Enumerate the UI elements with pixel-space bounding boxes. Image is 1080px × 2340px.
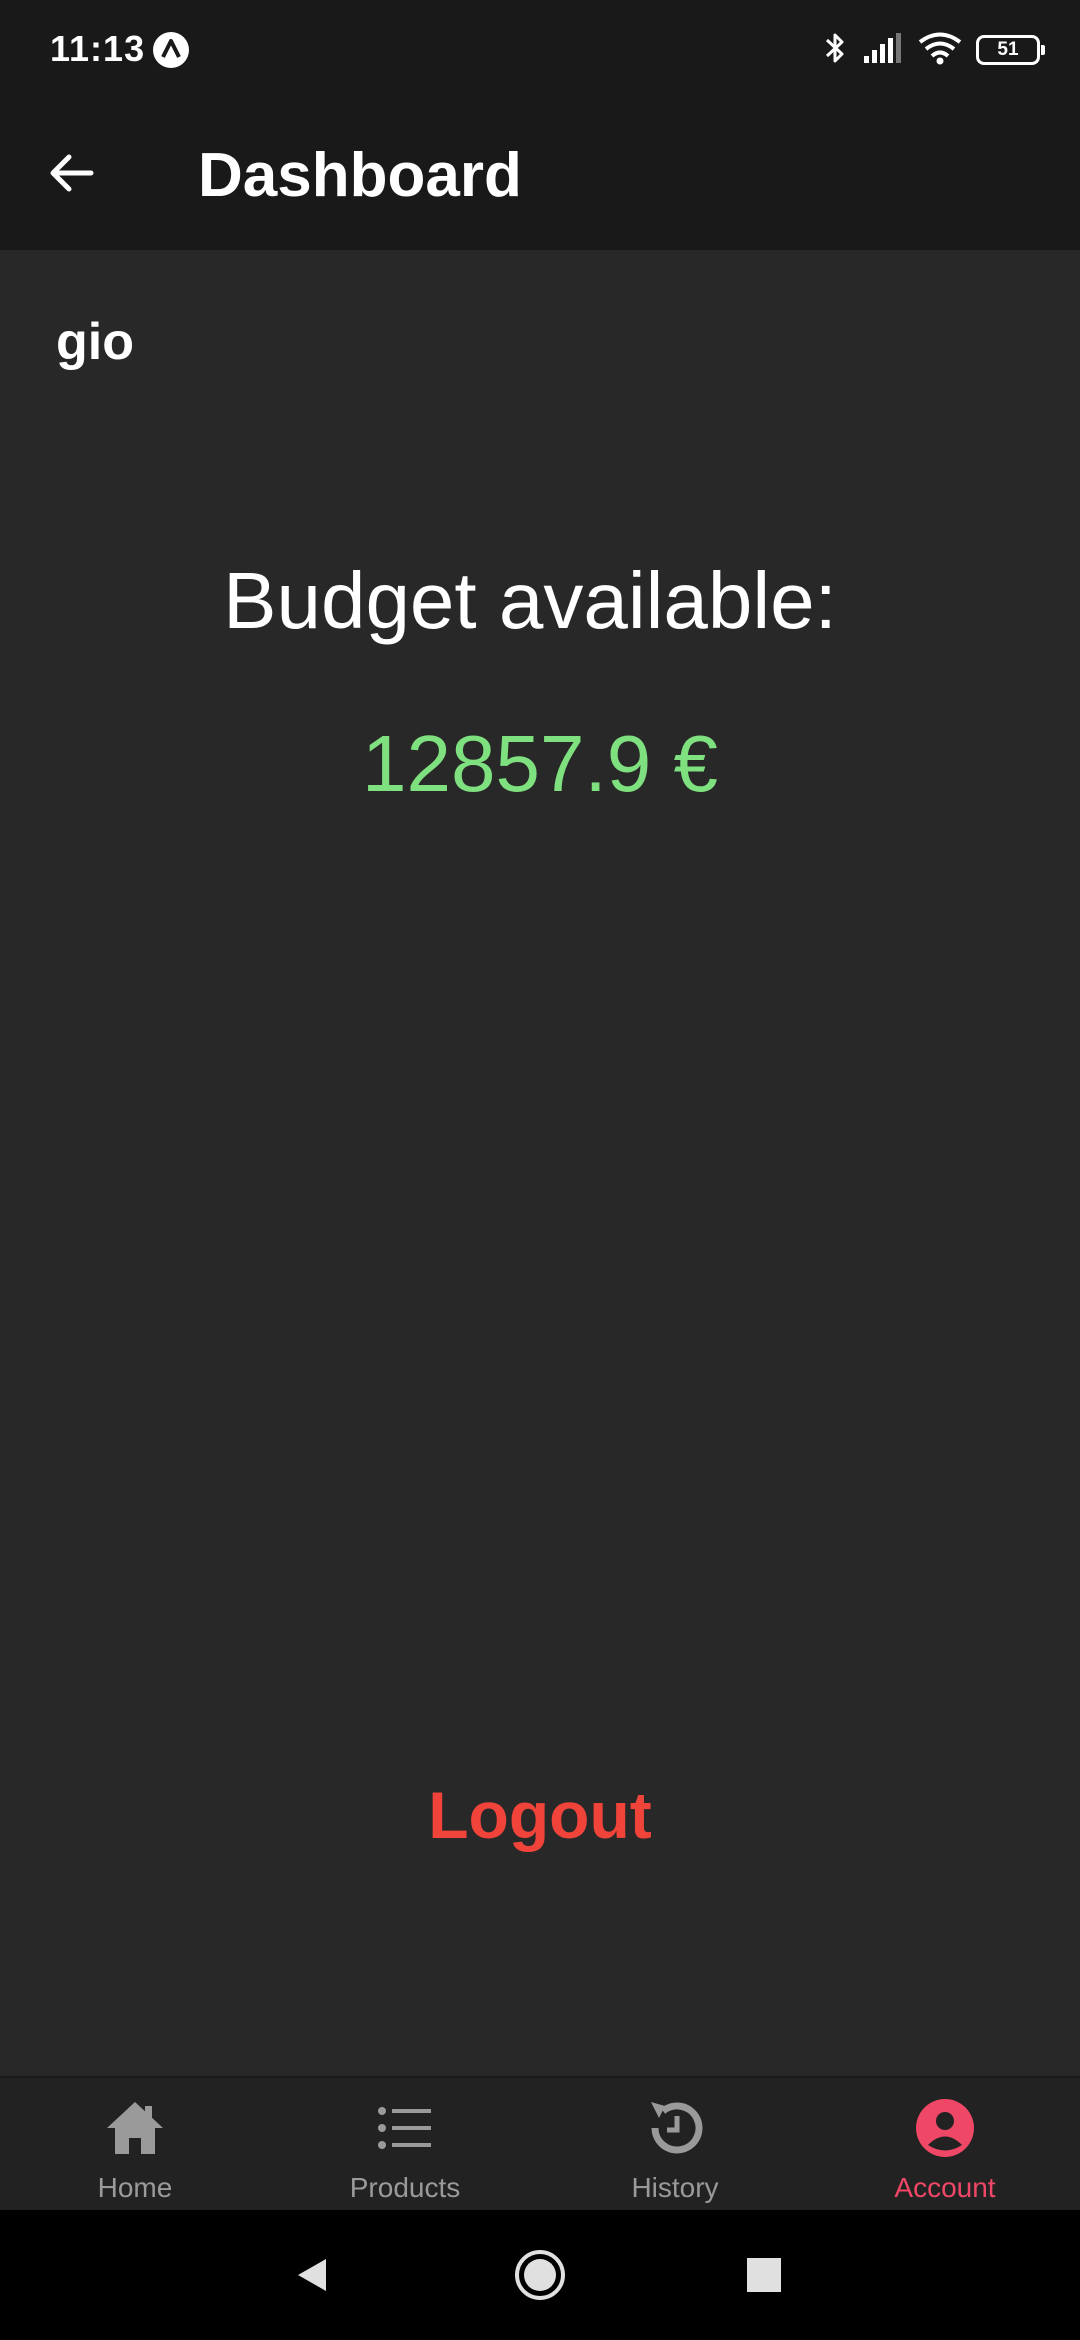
battery-icon: 51 — [976, 35, 1045, 65]
logout-button[interactable]: Logout — [390, 1770, 690, 1860]
wifi-icon — [918, 31, 962, 70]
nav-label-products: Products — [349, 2172, 461, 2203]
back-button[interactable] — [36, 138, 106, 208]
history-icon — [643, 2096, 707, 2160]
screen: 11:13 51 Dashboard gio Budget available:… — [0, 0, 1080, 2340]
battery-level: 51 — [997, 39, 1019, 60]
budget-label: Budget available: — [223, 556, 837, 645]
triangle-back-icon — [298, 2259, 326, 2291]
status-time: 11:13 — [50, 28, 146, 69]
status-bar: 11:13 51 — [0, 0, 1080, 100]
square-recents-icon — [747, 2258, 781, 2292]
home-icon — [103, 2096, 167, 2160]
system-home-button[interactable] — [480, 2210, 600, 2340]
nav-item-home[interactable]: Home — [0, 2078, 270, 2212]
page-title: Dashboard — [198, 141, 522, 210]
system-recents-button[interactable] — [704, 2210, 824, 2340]
app-bar: Dashboard — [0, 100, 1080, 250]
username: gio — [56, 313, 134, 371]
bottom-nav: Home Products History Account — [0, 2076, 1080, 2212]
nav-item-account[interactable]: Account — [810, 2078, 1080, 2212]
system-nav-bar — [0, 2210, 1080, 2340]
nav-label-home: Home — [97, 2172, 173, 2203]
status-icons: 51 — [822, 30, 1045, 71]
system-back-button[interactable] — [252, 2210, 372, 2340]
circle-home-icon — [515, 2250, 565, 2300]
list-icon — [373, 2096, 437, 2160]
nav-item-products[interactable]: Products — [270, 2078, 540, 2212]
nav-item-history[interactable]: History — [540, 2078, 810, 2212]
account-icon — [913, 2096, 977, 2160]
arrow-left-icon — [50, 154, 94, 192]
budget-value: 12857.9 € — [362, 719, 718, 808]
nav-label-account: Account — [894, 2172, 996, 2203]
nav-label-history: History — [631, 2172, 719, 2203]
app-notification-icon — [152, 31, 190, 69]
signal-icon — [862, 32, 904, 69]
bluetooth-icon — [822, 30, 848, 71]
